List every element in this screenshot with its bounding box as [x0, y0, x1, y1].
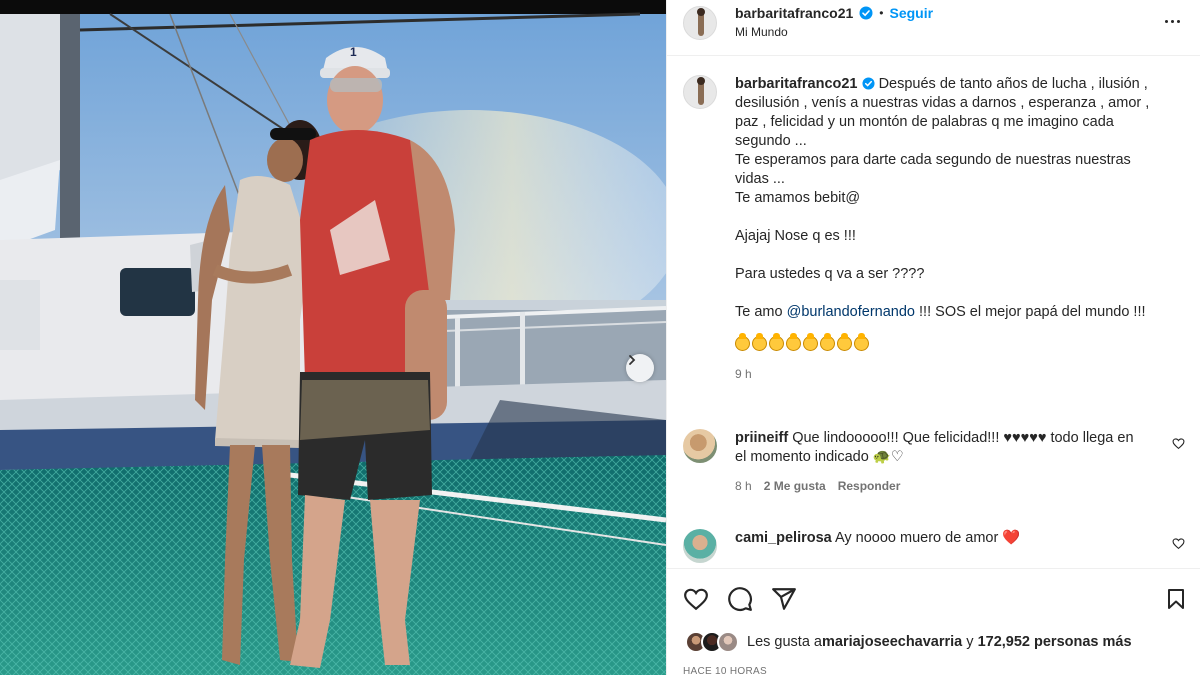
hatching-chick-emoji: [837, 333, 852, 351]
caption-line: Para ustedes q va a ser ????: [735, 266, 925, 282]
commenter-avatar[interactable]: [683, 429, 717, 463]
post-photo[interactable]: 1: [0, 0, 666, 675]
caption-username[interactable]: barbaritafranco21: [735, 76, 858, 92]
post-side-panel: barbaritafranco21 • Seguir Mi Mundo barb…: [666, 0, 1200, 675]
caption-line: Ajajaj Nose q es !!!: [735, 228, 856, 244]
caption-time[interactable]: 9 h: [735, 365, 1180, 384]
likes-prefix: Les gusta a: [747, 634, 822, 650]
caption-line: Te esperamos para darte cada segundo de …: [735, 152, 1131, 168]
likes-connector: y: [962, 634, 978, 650]
save-button[interactable]: [1164, 586, 1188, 612]
heart-icon[interactable]: [683, 586, 709, 612]
caption-mention-prefix: Te amo: [735, 304, 787, 320]
hatching-chick-emoji: [786, 333, 801, 351]
liker-avatars[interactable]: [685, 631, 741, 653]
caption-line: paz , felicidad y un montón de palabras …: [735, 114, 1114, 130]
caption-line: [735, 246, 1180, 265]
comment-text: Que lindooooo!!! Que felicidad!!! ♥♥♥♥♥ …: [735, 430, 1134, 465]
caption-block: barbaritafranco21 Después de tanto años …: [683, 75, 1184, 384]
comment-username[interactable]: priineiff: [735, 430, 788, 446]
caption-line: segundo ...: [735, 133, 807, 149]
caption-mention-suffix: !!! SOS el mejor papá del mundo !!!: [915, 304, 1146, 320]
post-actions: Les gusta a mariajoseechavarria y 172,95…: [667, 568, 1200, 675]
reply-button[interactable]: Responder: [838, 477, 901, 496]
comment-item: priineiff Que lindooooo!!! Que felicidad…: [683, 429, 1185, 496]
verified-icon: [859, 6, 873, 20]
likes-user[interactable]: mariajoseechavarria: [822, 634, 962, 650]
comment-text: Ay noooo muero de amor ❤️: [831, 530, 1021, 546]
instagram-post-view: 1 barbaritafranco21 • Seguir Mi Mundo ba…: [0, 0, 1200, 675]
post-location[interactable]: Mi Mundo: [735, 25, 933, 39]
likes-count[interactable]: 172,952 personas más: [978, 634, 1132, 650]
caption-line: Te amamos bebit@: [735, 190, 861, 206]
comment-time[interactable]: 8 h: [735, 477, 752, 496]
share-icon[interactable]: [771, 586, 797, 612]
more-options-button[interactable]: [1160, 12, 1184, 30]
caption-line: vidas ...: [735, 171, 785, 187]
likes-summary: Les gusta a mariajoseechavarria y 172,95…: [685, 631, 1132, 653]
follow-button[interactable]: Seguir: [889, 5, 933, 21]
verified-icon: [861, 77, 875, 90]
emoji-row: [735, 333, 1180, 351]
mention-link[interactable]: @burlandofernando: [787, 304, 915, 320]
hatching-chick-emoji: [752, 333, 767, 351]
more-options-icon: [1164, 19, 1168, 23]
post-header: barbaritafranco21 • Seguir Mi Mundo: [667, 0, 1200, 56]
caption-line: Después de tanto años de lucha , ilusión…: [878, 76, 1148, 92]
hatching-chick-emoji: [735, 333, 750, 351]
commenter-avatar[interactable]: [683, 529, 717, 563]
comment-icon[interactable]: [727, 586, 753, 612]
comment-item: cami_pelirosa Ay noooo muero de amor ❤️: [683, 529, 1185, 563]
caption-text: barbaritafranco21 Después de tanto años …: [735, 75, 1180, 384]
bookmark-icon: [1168, 589, 1184, 609]
hatching-chick-emoji: [820, 333, 835, 351]
svg-text:1: 1: [350, 45, 357, 59]
caption-avatar[interactable]: [683, 75, 717, 109]
caption-line: [735, 284, 1180, 303]
hatching-chick-emoji: [769, 333, 784, 351]
comment-likes[interactable]: 2 Me gusta: [764, 477, 826, 496]
hatching-chick-emoji: [803, 333, 818, 351]
photo-illustration: 1: [0, 0, 666, 675]
comments-area[interactable]: barbaritafranco21 Después de tanto años …: [667, 57, 1200, 567]
author-avatar[interactable]: [683, 6, 717, 40]
caption-line: desilusión , venís a nuestras vidas a da…: [735, 95, 1150, 111]
header-separator: •: [879, 6, 884, 20]
caption-line: [735, 208, 1180, 227]
comment-like-icon[interactable]: [1172, 437, 1185, 450]
comment-username[interactable]: cami_pelirosa: [735, 530, 832, 546]
posted-time[interactable]: HACE 10 HORAS: [683, 666, 767, 675]
author-username[interactable]: barbaritafranco21: [735, 5, 853, 21]
carousel-next-button[interactable]: [626, 354, 654, 382]
hatching-chick-emoji: [854, 333, 869, 351]
comment-like-icon[interactable]: [1172, 537, 1185, 550]
carousel-next-icon: [629, 355, 636, 365]
